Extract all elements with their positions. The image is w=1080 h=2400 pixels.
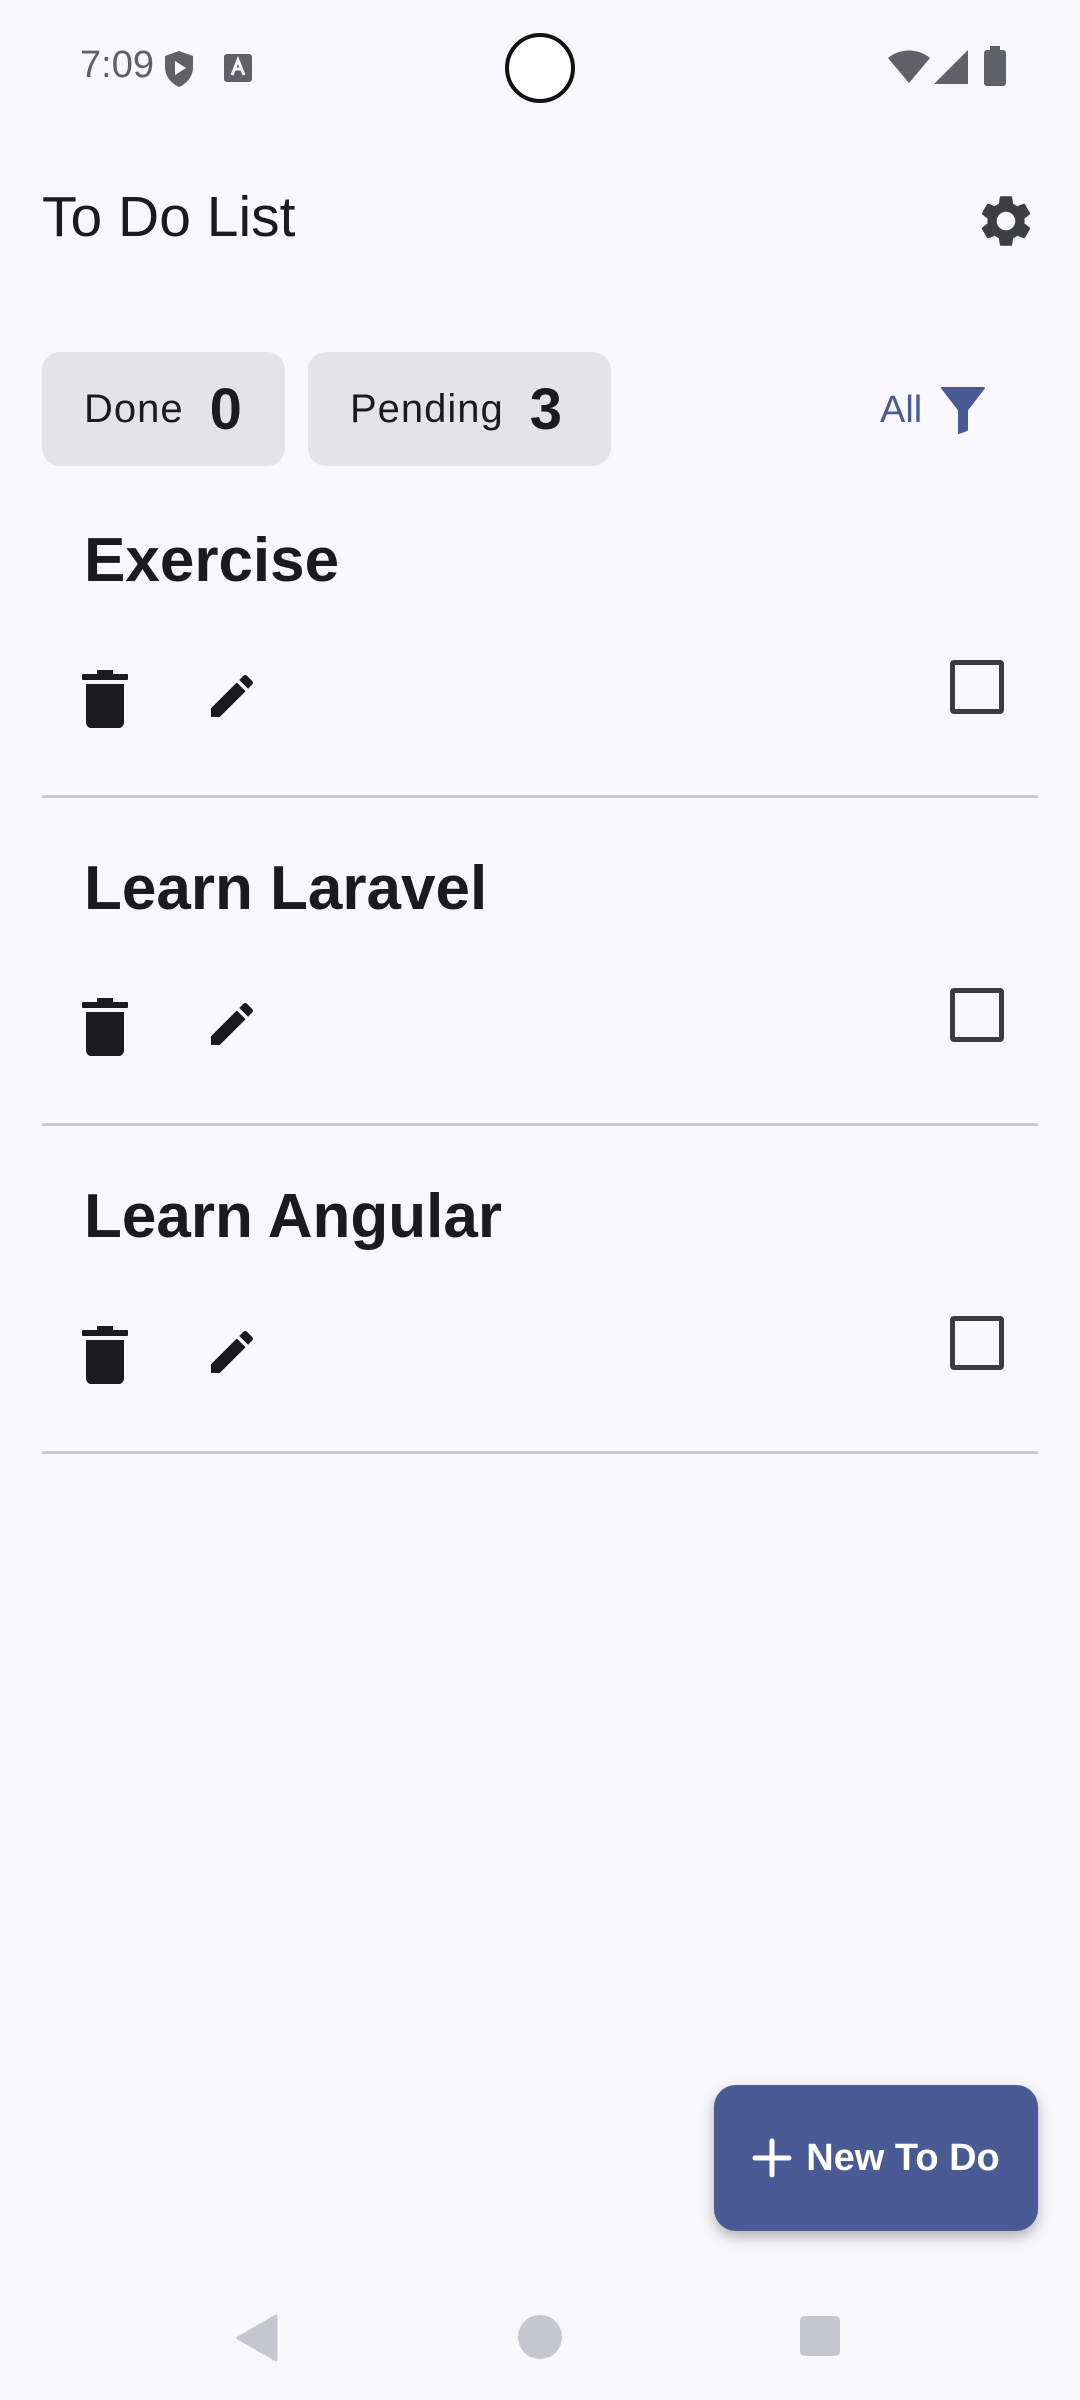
back-icon[interactable]	[236, 2314, 278, 2362]
filter-button[interactable]: All	[880, 380, 986, 440]
done-count: 0	[209, 376, 242, 442]
done-label: Done	[84, 386, 184, 431]
settings-button[interactable]	[975, 190, 1037, 252]
plus-icon	[752, 2138, 792, 2178]
recents-icon[interactable]	[800, 2316, 840, 2356]
edit-icon[interactable]	[204, 668, 260, 724]
status-time: 7:09	[80, 44, 154, 86]
edit-icon[interactable]	[204, 1324, 260, 1380]
cell-signal-icon	[934, 50, 968, 84]
todo-item: Learn Angular	[42, 1126, 1038, 1454]
status-bar: 7:09	[0, 0, 1080, 140]
todo-item: Exercise	[42, 470, 1038, 798]
todo-item: Learn Laravel	[42, 798, 1038, 1126]
front-camera	[505, 33, 575, 103]
todo-checkbox[interactable]	[950, 988, 1004, 1042]
delete-icon[interactable]	[82, 1326, 128, 1384]
todo-checkbox[interactable]	[950, 660, 1004, 714]
todo-title: Learn Angular	[84, 1182, 502, 1251]
todo-title: Exercise	[84, 526, 340, 595]
battery-icon	[984, 46, 1006, 86]
pending-count: 3	[529, 376, 563, 442]
pending-chip[interactable]: Pending 3	[308, 352, 611, 466]
edit-icon[interactable]	[204, 996, 260, 1052]
new-todo-button[interactable]: New To Do	[714, 2085, 1038, 2231]
pending-label: Pending	[350, 386, 504, 431]
delete-icon[interactable]	[82, 998, 128, 1056]
screen: 7:09 To Do List Done 0 Pending 3 All Exe…	[0, 0, 1080, 2400]
todo-checkbox[interactable]	[950, 1316, 1004, 1370]
page-title: To Do List	[42, 185, 296, 249]
filter-label: All	[880, 388, 923, 431]
new-todo-label: New To Do	[806, 2136, 1000, 2179]
accessibility-a-icon	[224, 54, 252, 82]
gear-icon	[981, 196, 1031, 246]
wifi-icon	[888, 50, 930, 83]
delete-icon[interactable]	[82, 670, 128, 728]
done-chip[interactable]: Done 0	[42, 352, 285, 466]
todo-title: Learn Laravel	[84, 854, 488, 923]
home-icon[interactable]	[518, 2315, 562, 2359]
filter-icon	[941, 387, 986, 434]
shield-play-icon	[165, 51, 193, 87]
